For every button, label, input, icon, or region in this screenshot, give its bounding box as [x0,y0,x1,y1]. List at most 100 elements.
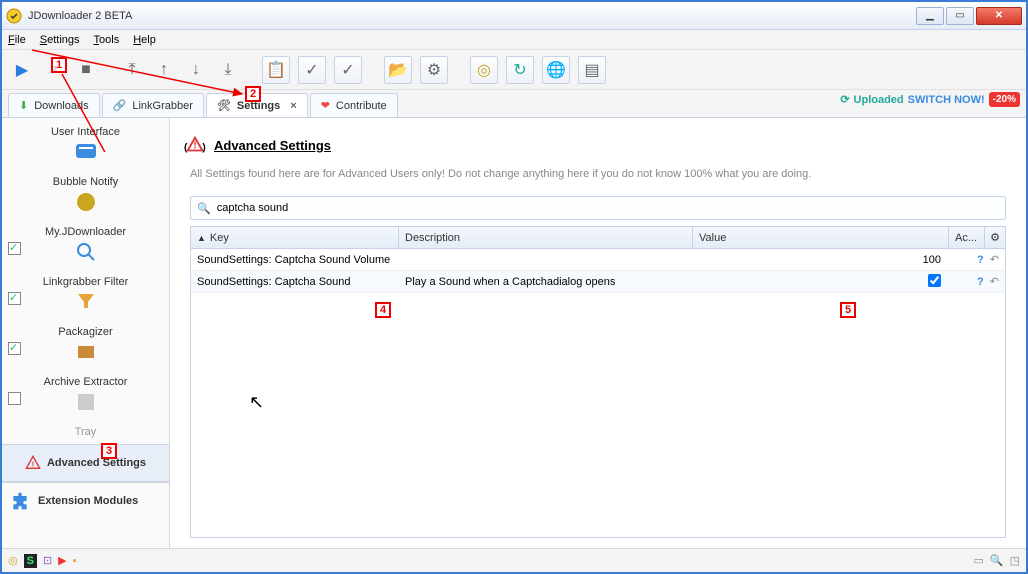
menu-help[interactable]: Help [133,34,156,46]
sidebar-item-lgfilter[interactable]: Linkgrabber Filter [2,272,169,322]
download-icon: ⬇ [19,99,28,112]
col-actions[interactable]: Ac... [949,227,985,248]
reconnect-button[interactable]: ↻ [506,56,534,84]
sidebar-item-tray[interactable]: Tray [2,422,169,444]
sidebar-item-label: Extension Modules [38,495,138,507]
auto-start-button[interactable]: ✓ [334,56,362,84]
sidebar-item-packagizer[interactable]: Packagizer [2,322,169,372]
cell-key: SoundSettings: Captcha Sound Volume [191,251,399,269]
menu-tools[interactable]: Tools [94,34,120,46]
svg-text:!: ! [32,459,34,468]
sidebar-item-myjd[interactable]: My.JDownloader [2,222,169,272]
settings-table: ▲Key Description Value Ac... ⚙ SoundSett… [190,226,1006,538]
table-row[interactable]: SoundSettings: Captcha Sound Play a Soun… [191,271,1005,293]
open-folder-button[interactable]: 📂 [384,56,412,84]
tab-contribute[interactable]: ❤ Contribute [310,93,398,117]
sidebar-item-label: Archive Extractor [44,376,128,388]
col-description[interactable]: Description [399,227,693,248]
status-icon[interactable]: ▭ [973,554,983,567]
tab-close-icon[interactable]: × [290,100,296,112]
value-checkbox[interactable] [928,274,941,287]
chunks-button[interactable]: ▤ [578,56,606,84]
tab-settings-label: Settings [237,100,280,112]
tab-bar: ⬇ Downloads 🔗 LinkGrabber 🛠 Settings × ❤… [2,90,1026,118]
filter-icon [72,290,100,314]
reset-icon[interactable]: ↶ [990,253,999,266]
cell-value[interactable]: 100 [693,251,949,269]
page-description: All Settings found here are for Advanced… [190,168,1012,180]
promo-text: SWITCH NOW! [908,94,985,106]
sidebar-item-label: Packagizer [58,326,112,338]
status-icon[interactable]: 🔍 [990,554,1004,567]
svg-text:(: ( [184,143,188,154]
window-minimize-button[interactable] [916,7,944,25]
linkgrabber-icon: 🔗 [113,99,127,112]
sidebar-item-archive[interactable]: Archive Extractor [2,372,169,422]
checkbox-icon[interactable] [8,292,21,305]
sidebar-item-extensions[interactable]: Extension Modules [2,482,169,519]
search-box[interactable]: 🔍 [190,196,1006,220]
move-top-button[interactable]: ⤒ [120,58,144,82]
checkbox-icon[interactable] [8,342,21,355]
col-config[interactable]: ⚙ [985,227,1005,248]
clipboard-button[interactable]: 📋 [262,56,290,84]
sidebar-item-label: Advanced Settings [47,457,146,469]
play-button[interactable]: ▶ [10,58,34,82]
myjd-button[interactable]: ◎ [470,56,498,84]
table-body: SoundSettings: Captcha Sound Volume 100 … [191,249,1005,537]
menu-settings[interactable]: Settings [40,34,80,46]
stop-button[interactable]: ■ [74,58,98,82]
col-key[interactable]: ▲Key [191,227,399,248]
promo-banner[interactable]: ⟳ Uploaded SWITCH NOW! -20% [840,92,1020,107]
cell-value[interactable] [693,271,949,293]
titlebar: JDownloader 2 BETA [2,2,1026,30]
menu-file[interactable]: File [8,34,26,46]
tab-contribute-label: Contribute [336,100,387,112]
package-icon [72,340,100,364]
reset-icon[interactable]: ↶ [990,275,999,288]
status-icon[interactable]: ◳ [1010,554,1020,567]
move-up-button[interactable]: ↑ [152,58,176,82]
tab-linkgrabber[interactable]: 🔗 LinkGrabber [102,93,204,117]
tab-downloads-label: Downloads [34,100,88,112]
window-maximize-button[interactable] [946,7,974,25]
tab-downloads[interactable]: ⬇ Downloads [8,93,100,117]
status-icon[interactable]: S [24,554,37,568]
move-bottom-button[interactable]: ⤓ [216,58,240,82]
table-row[interactable]: SoundSettings: Captcha Sound Volume 100 … [191,249,1005,271]
tab-settings[interactable]: 🛠 Settings × [206,93,308,117]
myjd-status-icon[interactable]: ◎ [8,554,18,567]
status-icon[interactable]: ▶ [58,554,66,567]
search-input[interactable] [217,202,999,214]
gear-icon: ⚙ [990,231,1000,244]
settings-button[interactable]: ⚙ [420,56,448,84]
pause-button[interactable]: ⏸ [42,58,66,82]
window-title: JDownloader 2 BETA [28,10,916,22]
cell-key: SoundSettings: Captcha Sound [191,273,399,291]
auto-reconnect-button[interactable]: ✓ [298,56,326,84]
bubble-icon [72,190,100,214]
search-icon: 🔍 [197,202,211,215]
checkbox-icon[interactable] [8,242,21,255]
checkbox-icon[interactable] [8,392,21,405]
sidebar-item-label: My.JDownloader [45,226,126,238]
help-icon[interactable]: ? [977,254,984,266]
move-down-button[interactable]: ↓ [184,58,208,82]
promo-badge: -20% [989,92,1020,107]
sidebar-item-bubble[interactable]: Bubble Notify [2,172,169,222]
col-value[interactable]: Value [693,227,949,248]
window-close-button[interactable] [976,7,1022,25]
help-icon[interactable]: ? [977,276,984,288]
status-icon[interactable]: ⊡ [43,554,52,567]
sidebar-item-label: Linkgrabber Filter [43,276,129,288]
statusbar: ◎ S ⊡ ▶ ▪ ▭ 🔍 ◳ [2,548,1026,572]
svg-text:!: ! [193,141,196,152]
main-panel: (!) Advanced Settings All Settings found… [170,118,1026,548]
sidebar-item-advanced[interactable]: ! Advanced Settings [2,444,169,482]
sidebar-item-ui[interactable]: User Interface [2,122,169,172]
warning-icon: ! [25,455,41,471]
archive-icon [72,390,100,414]
status-icon[interactable]: ▪ [73,555,77,567]
update-button[interactable]: 🌐 [542,56,570,84]
app-icon [6,8,22,24]
